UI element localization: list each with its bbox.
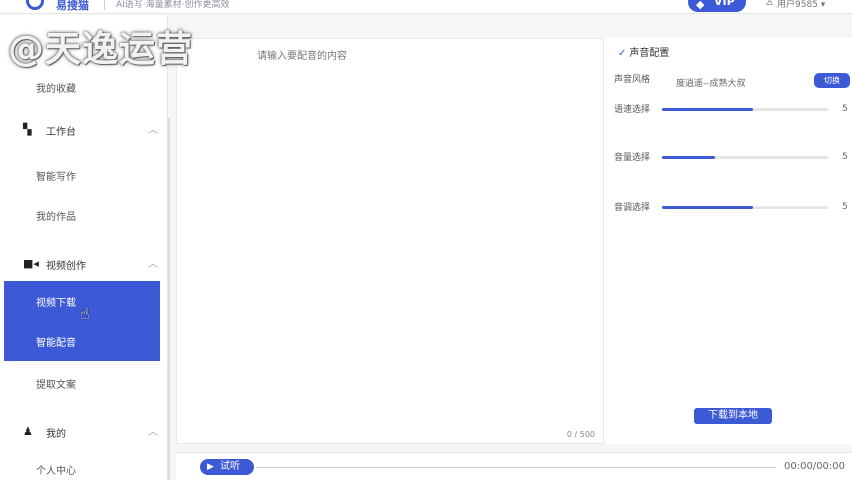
hand-cursor-icon: ☝ [80, 304, 90, 323]
sidebar: 我的收藏 ▚ 工作台 ︿ 智能写作 我的作品 ■◂ 视频创作 ︿ 视频下载 智能… [0, 15, 168, 480]
vip-label: VIP [714, 0, 735, 8]
sidebar-item-label: 视频下载 [36, 298, 76, 309]
check-icon: ✓ [618, 48, 627, 59]
play-icon: ▶ [207, 462, 214, 472]
speed-label: 语速选择 [614, 105, 651, 115]
logo-divider [104, 0, 105, 10]
pitch-label: 音调选择 [614, 203, 651, 213]
volume-slider[interactable] [662, 156, 828, 159]
download-local-button[interactable]: 下载到本地 [694, 408, 772, 424]
video-camera-icon: ■◂ [23, 257, 39, 270]
char-count: 0 / 500 [566, 430, 595, 439]
diamond-icon: ◆ [696, 0, 705, 11]
sidebar-group-workbench[interactable]: ▚ 工作台 ︿ [0, 115, 168, 145]
sidebar-group-label: 工作台 [46, 127, 76, 138]
sidebar-item-collection[interactable]: 我的收藏 [0, 67, 168, 107]
audio-player-bar: ▶ 试听 00:00/00:00 [176, 452, 852, 480]
chevron-up-icon: ︿ [148, 427, 158, 438]
voice-style-value: 度逍遥--成熟大叔 [676, 79, 746, 89]
sidebar-item-extract-text[interactable]: 提取文案 [0, 363, 168, 403]
person-icon: ♟ [23, 425, 33, 438]
pitch-slider[interactable] [662, 206, 828, 209]
slogan: AI语写·海量素材·创作更高效 [116, 0, 230, 10]
sidebar-item-label: 智能配音 [36, 338, 76, 349]
preview-label: 试听 [220, 461, 240, 472]
speed-slider-fill [662, 108, 754, 111]
voice-settings-title: ✓ 声音配置 [618, 48, 670, 59]
speed-slider[interactable] [662, 108, 828, 111]
volume-label: 音量选择 [614, 153, 651, 163]
user-icon[interactable]: ♙ [765, 0, 774, 8]
playback-progress[interactable] [256, 467, 776, 468]
voice-settings-panel: ✓ 声音配置 声音风格 度逍遥--成熟大叔 切换 语速选择 5 音量选择 5 音调… [604, 38, 852, 444]
pitch-value: 5 [842, 202, 848, 212]
app-window: 易搜猫 AI语写·海量素材·创作更高效 ◆ VIP ♙ 用户9585 ▾ @天逸… [0, 0, 852, 480]
volume-slider-fill [662, 156, 716, 159]
grid-icon: ▚ [23, 123, 32, 136]
sidebar-item-label: 个人中心 [36, 466, 76, 477]
user-menu[interactable]: 用户9585 ▾ [777, 0, 825, 10]
sidebar-item-label: 提取文案 [36, 380, 76, 391]
logo-text: 易搜猫 [56, 0, 89, 12]
dub-text-editor[interactable]: 请输入要配音的内容 0 / 500 [176, 38, 604, 444]
top-bar: 易搜猫 AI语写·海量素材·创作更高效 ◆ VIP ♙ 用户9585 ▾ [0, 0, 852, 14]
sidebar-item-smart-dub[interactable]: 智能配音 [4, 321, 160, 361]
preview-play-button[interactable]: ▶ 试听 [200, 459, 254, 475]
editor-placeholder: 请输入要配音的内容 [257, 51, 347, 62]
sidebar-group-label: 我的 [46, 429, 66, 440]
sidebar-group-video[interactable]: ■◂ 视频创作 ︿ [0, 249, 168, 279]
playback-time: 00:00/00:00 [784, 461, 846, 472]
sidebar-item-label: 我的作品 [36, 212, 76, 223]
speed-value: 5 [842, 104, 848, 114]
sidebar-item-smart-write[interactable]: 智能写作 [0, 155, 168, 195]
sidebar-group-mine[interactable]: ♟ 我的 ︿ [0, 417, 168, 447]
watermark: @天逸运营 [8, 29, 194, 70]
volume-value: 5 [842, 152, 848, 162]
sidebar-item-label: 智能写作 [36, 172, 76, 183]
sidebar-item-profile[interactable]: 个人中心 [0, 449, 168, 480]
vip-button[interactable]: ◆ VIP [688, 0, 746, 12]
sidebar-scrollbar[interactable] [168, 118, 170, 480]
sidebar-item-label: 我的收藏 [36, 84, 76, 95]
chevron-up-icon: ︿ [148, 259, 158, 270]
sidebar-group-label: 视频创作 [46, 261, 86, 272]
logo-icon [26, 0, 44, 10]
voice-style-label: 声音风格 [614, 75, 651, 85]
switch-voice-button[interactable]: 切换 [814, 73, 850, 88]
chevron-up-icon: ︿ [148, 125, 158, 136]
pitch-slider-fill [662, 206, 754, 209]
sidebar-item-my-works[interactable]: 我的作品 [0, 195, 168, 235]
